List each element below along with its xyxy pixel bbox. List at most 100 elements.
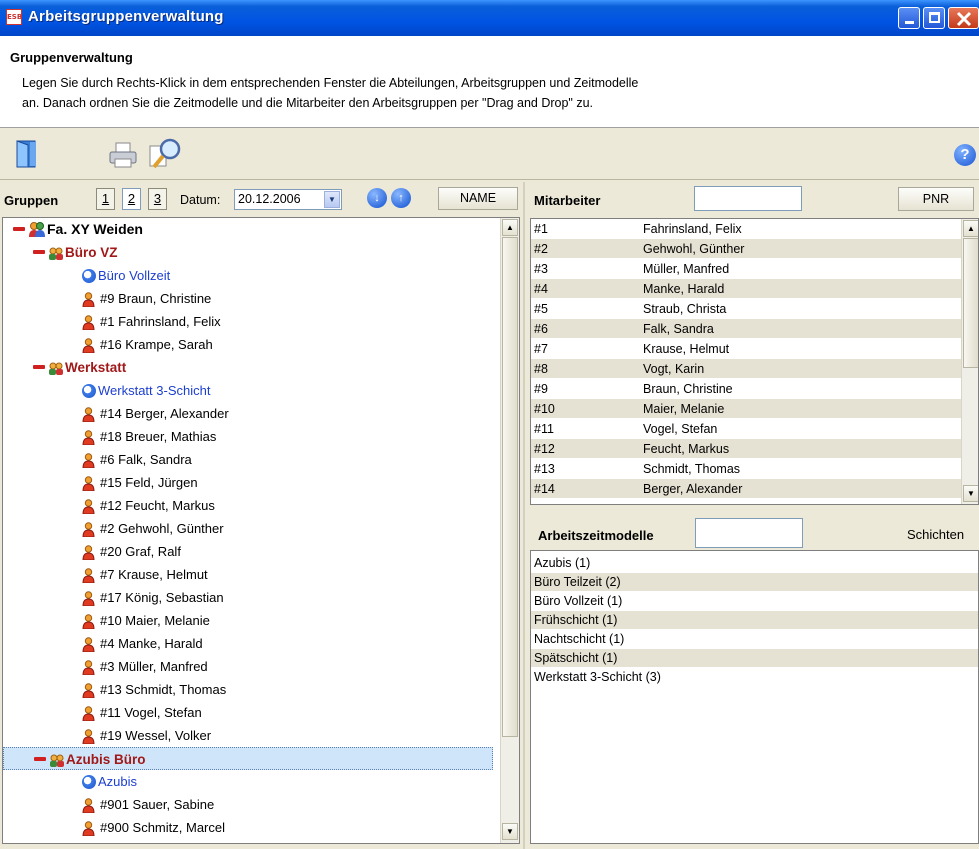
sort-pnr-button[interactable]: PNR	[898, 187, 974, 211]
help-icon[interactable]: ?	[954, 144, 976, 166]
collapse-icon[interactable]	[33, 250, 45, 254]
tree-work-model[interactable]: Büro Vollzeit	[3, 264, 493, 287]
page-1-button[interactable]: 1	[96, 188, 115, 210]
clock-icon	[82, 775, 96, 789]
tree-employee[interactable]: #9 Braun, Christine	[3, 287, 493, 310]
table-row[interactable]: #8 Vogt, Karin	[531, 359, 961, 379]
list-item[interactable]: Büro Vollzeit (1)	[531, 592, 978, 611]
table-row[interactable]: #3 Müller, Manfred	[531, 259, 961, 279]
tree-department[interactable]: Büro VZ	[3, 241, 493, 264]
tree-employee[interactable]: #2 Gehwohl, Günther	[3, 517, 493, 540]
employee-label: #4 Manke, Harald	[100, 636, 203, 651]
tree-work-model[interactable]: Azubis	[3, 770, 493, 793]
employee-name: Feucht, Markus	[643, 442, 730, 456]
tree-root[interactable]: Fa. XY Weiden	[3, 218, 493, 241]
employee-list[interactable]: #1 Fahrinsland, Felix #2 Gehwohl, Günther #3…	[530, 218, 979, 505]
table-row[interactable]: #9 Braun, Christine	[531, 379, 961, 399]
scroll-up-icon[interactable]: ▲	[963, 220, 978, 237]
printer-icon[interactable]	[108, 142, 140, 168]
groups-label: Gruppen	[4, 193, 59, 208]
table-row[interactable]: #14 Berger, Alexander	[531, 479, 961, 499]
tree-employee[interactable]: #16 Krampe, Sarah	[3, 333, 493, 356]
employee-pnr: #13	[534, 462, 555, 476]
tree-department[interactable]: Werkstatt	[3, 356, 493, 379]
tree-employee[interactable]: #19 Wessel, Volker	[3, 724, 493, 747]
maximize-button[interactable]	[923, 7, 945, 29]
tree-employee[interactable]: #12 Feucht, Markus	[3, 494, 493, 517]
maximize-icon	[929, 12, 940, 23]
collapse-icon[interactable]	[34, 757, 46, 761]
table-row[interactable]: #1 Fahrinsland, Felix	[531, 219, 961, 239]
groups-tree[interactable]: Fa. XY Weiden Büro VZ Büro Vollzeit #9 Brau…	[2, 217, 520, 844]
scroll-thumb[interactable]	[502, 237, 518, 737]
tree-department[interactable]: Azubis Büro	[3, 747, 493, 770]
close-button[interactable]	[948, 7, 979, 29]
employee-label: #17 König, Sebastian	[100, 590, 224, 605]
table-row[interactable]: #2 Gehwohl, Günther	[531, 239, 961, 259]
employee-pnr: #7	[534, 342, 548, 356]
list-item[interactable]: Werkstatt 3-Schicht (3)	[531, 668, 978, 687]
list-item[interactable]: Nachtschicht (1)	[531, 630, 978, 649]
list-item[interactable]: Büro Teilzeit (2)	[531, 573, 978, 592]
tree-employee[interactable]: #901 Sauer, Sabine	[3, 793, 493, 816]
employee-pnr: #1	[534, 222, 548, 236]
list-item[interactable]: Azubis (1)	[531, 554, 978, 573]
model-list[interactable]: Azubis (1) Büro Teilzeit (2) Büro Vollzeit…	[530, 550, 979, 844]
scroll-down-icon[interactable]: ▼	[502, 823, 518, 840]
date-select[interactable]: 20.12.2006 ▼	[234, 189, 342, 210]
table-row[interactable]: #12 Feucht, Markus	[531, 439, 961, 459]
table-row[interactable]: #6 Falk, Sandra	[531, 319, 961, 339]
person-icon	[82, 636, 95, 653]
page-3-button[interactable]: 3	[148, 188, 167, 210]
model-search-input[interactable]	[695, 518, 803, 548]
person-icon	[82, 452, 95, 469]
work-model-label: Azubis	[98, 774, 138, 789]
tree-work-model[interactable]: Werkstatt 3-Schicht	[3, 379, 493, 402]
tree-employee[interactable]: #6 Falk, Sandra	[3, 448, 493, 471]
minimize-button[interactable]	[898, 7, 920, 29]
tree-employee[interactable]: #11 Vogel, Stefan	[3, 701, 493, 724]
shifts-label[interactable]: Schichten	[907, 527, 964, 542]
tree-employee[interactable]: #4 Manke, Harald	[3, 632, 493, 655]
employee-label: #20 Graf, Ralf	[100, 544, 181, 559]
table-row[interactable]: #5 Straub, Christa	[531, 299, 961, 319]
tree-employee[interactable]: #7 Krause, Helmut	[3, 563, 493, 586]
employee-label: #900 Schmitz, Marcel	[100, 820, 225, 835]
employee-scrollbar[interactable]: ▲ ▼	[961, 219, 978, 504]
tree-employee[interactable]: #900 Schmitz, Marcel	[3, 816, 493, 839]
search-preview-icon[interactable]	[148, 136, 184, 170]
sort-name-button[interactable]: NAME	[438, 187, 518, 210]
chevron-down-icon[interactable]: ▼	[324, 191, 340, 208]
tree-employee[interactable]: #13 Schmidt, Thomas	[3, 678, 493, 701]
arrow-up-button[interactable]: ↑	[391, 188, 411, 208]
tree-employee[interactable]: #14 Berger, Alexander	[3, 402, 493, 425]
tree-employee[interactable]: #18 Breuer, Mathias	[3, 425, 493, 448]
tree-employee[interactable]: #20 Graf, Ralf	[3, 540, 493, 563]
scroll-down-icon[interactable]: ▼	[963, 485, 978, 502]
page-2-button[interactable]: 2	[122, 188, 141, 210]
tree-employee[interactable]: #17 König, Sebastian	[3, 586, 493, 609]
exit-door-icon[interactable]	[16, 140, 38, 168]
table-row[interactable]: #4 Manke, Harald	[531, 279, 961, 299]
table-row[interactable]: #13 Schmidt, Thomas	[531, 459, 961, 479]
tree-employee[interactable]: #15 Feld, Jürgen	[3, 471, 493, 494]
list-item[interactable]: Spätschicht (1)	[531, 649, 978, 668]
scroll-up-icon[interactable]: ▲	[502, 219, 518, 236]
collapse-icon[interactable]	[13, 227, 25, 231]
employee-name: Maier, Melanie	[643, 402, 725, 416]
tree-employee[interactable]: #1 Fahrinsland, Felix	[3, 310, 493, 333]
arrow-down-button[interactable]: ↓	[367, 188, 387, 208]
tree-employee[interactable]: #10 Maier, Melanie	[3, 609, 493, 632]
person-icon	[82, 682, 95, 699]
collapse-icon[interactable]	[33, 365, 45, 369]
clock-icon	[82, 384, 96, 398]
panel-divider[interactable]	[523, 182, 525, 849]
tree-employee[interactable]: #3 Müller, Manfred	[3, 655, 493, 678]
list-item[interactable]: Frühschicht (1)	[531, 611, 978, 630]
table-row[interactable]: #7 Krause, Helmut	[531, 339, 961, 359]
scroll-thumb[interactable]	[963, 238, 978, 368]
employee-search-input[interactable]	[694, 186, 802, 211]
tree-scrollbar[interactable]: ▲ ▼	[500, 218, 519, 843]
table-row[interactable]: #10 Maier, Melanie	[531, 399, 961, 419]
table-row[interactable]: #11 Vogel, Stefan	[531, 419, 961, 439]
